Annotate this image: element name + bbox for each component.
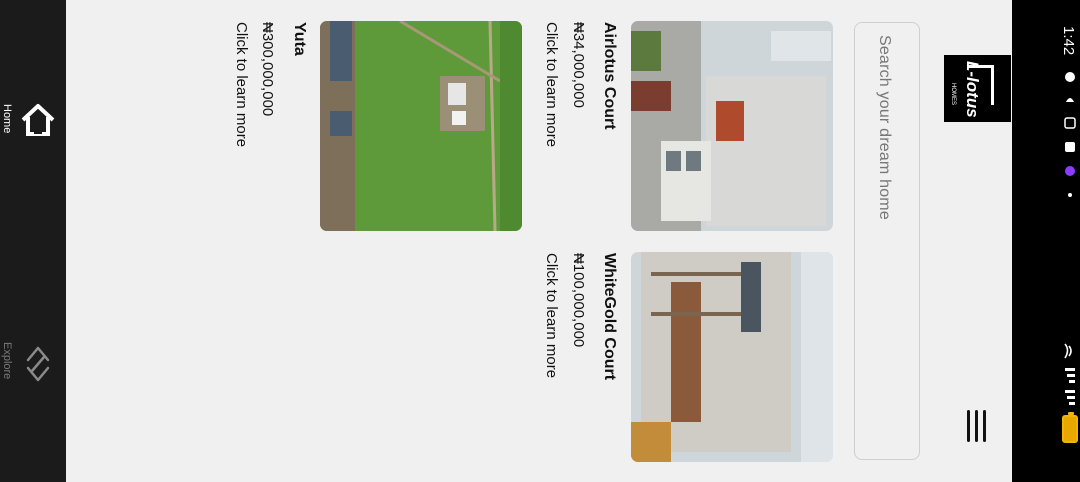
menu-icon-bar <box>975 410 978 442</box>
building-image <box>631 21 833 231</box>
property-image-yuta[interactable] <box>320 21 522 231</box>
logo-text: L-lotus <box>963 61 982 118</box>
notification-icon <box>1065 72 1075 82</box>
status-bar: 1:42 <box>1012 0 1080 482</box>
search-placeholder: Search your dream home <box>876 35 893 220</box>
search-input[interactable]: Search your dream home <box>854 22 920 460</box>
nav-explore-label: Explore <box>1 342 13 380</box>
home-icon <box>21 104 55 136</box>
property-image-whitegold[interactable] <box>631 252 833 462</box>
property-title: Airlotus Court <box>601 22 618 130</box>
bottom-navigation: Home Explore <box>0 0 66 482</box>
building-image <box>631 252 833 462</box>
learn-more-link[interactable]: Click to learn more <box>233 22 250 147</box>
signal-icon <box>1065 368 1075 383</box>
facebook-icon <box>1065 142 1075 152</box>
code-icon <box>26 346 50 382</box>
signal-icon-2 <box>1065 390 1075 405</box>
logo-subtext: HOMES <box>950 83 956 106</box>
app-screen: Home Explore 1:42 L-lotus HOMES Search y… <box>0 0 1080 482</box>
brand-logo: L-lotus HOMES <box>944 55 1011 122</box>
property-title: WhiteGold Court <box>601 253 618 381</box>
battery-icon <box>1062 412 1078 443</box>
messenger-icon <box>1065 166 1075 176</box>
nav-home-label: Home <box>1 104 13 134</box>
land-image <box>320 21 522 231</box>
learn-more-link[interactable]: Click to learn more <box>543 253 560 378</box>
property-price: ₦300,000,000 <box>259 22 276 117</box>
snapchat-icon <box>1066 98 1074 102</box>
menu-icon-bar <box>983 410 986 442</box>
property-title: Yuta <box>291 22 308 56</box>
status-time: 1:42 <box>1060 26 1077 56</box>
menu-icon <box>967 410 970 442</box>
wifi-icon <box>1064 343 1072 359</box>
app-icon <box>1064 117 1076 129</box>
menu-button[interactable] <box>962 406 992 446</box>
property-price: ₦34,000,000 <box>570 22 587 108</box>
dot-icon <box>1068 193 1072 197</box>
property-price: ₦100,000,000 <box>570 253 587 348</box>
property-image-airlotus[interactable] <box>631 21 833 231</box>
learn-more-link[interactable]: Click to learn more <box>543 22 560 147</box>
